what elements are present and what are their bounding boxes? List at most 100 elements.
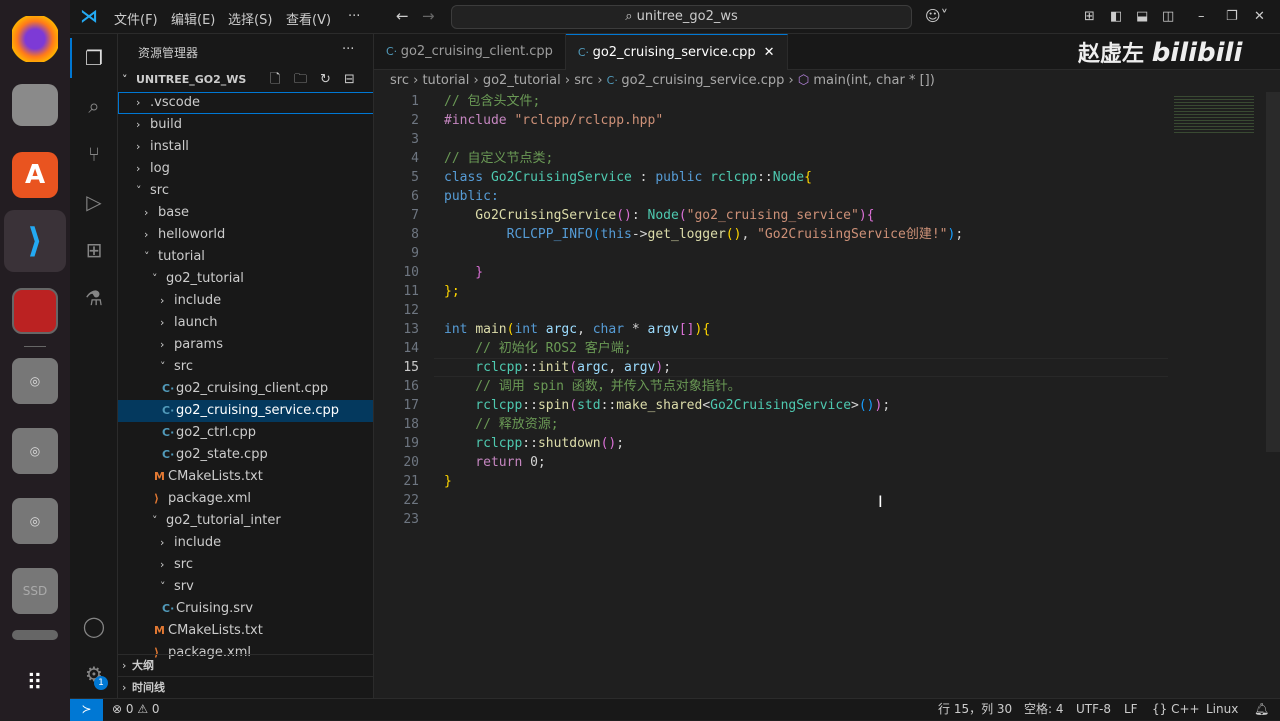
explorer-more-button[interactable]: ···: [342, 42, 354, 57]
tree-folder[interactable]: ˅ tutorial: [118, 246, 373, 268]
manage-gear-icon[interactable]: ⚙ 1: [70, 650, 118, 698]
line-number: 6: [411, 189, 419, 204]
breadcrumb-item[interactable]: go2_cruising_service.cpp: [621, 73, 784, 88]
tree-folder[interactable]: › .vscode: [118, 92, 373, 114]
testing-icon[interactable]: ⚗: [70, 274, 118, 322]
tree-folder[interactable]: ˅ go2_tutorial_inter: [118, 510, 373, 532]
outline-section[interactable]: › 大纲: [118, 654, 373, 676]
tree-folder[interactable]: › build: [118, 114, 373, 136]
problems-indicator[interactable]: ⊗ 0 ⚠ 0: [112, 699, 160, 720]
tree-file[interactable]: C· go2_cruising_service.cpp: [118, 400, 373, 422]
encoding[interactable]: UTF-8: [1076, 699, 1111, 720]
tree-folder[interactable]: › base: [118, 202, 373, 224]
tree-folder[interactable]: › install: [118, 136, 373, 158]
editor-scrollbar[interactable]: [1266, 92, 1280, 452]
menu-edit[interactable]: 编辑(E): [171, 9, 215, 28]
tree-folder[interactable]: › src: [118, 554, 373, 576]
collapse-all-icon[interactable]: ⊟: [344, 69, 355, 91]
forward-arrow-icon[interactable]: →: [422, 7, 435, 25]
refresh-icon[interactable]: ↻: [320, 69, 331, 91]
new-file-icon[interactable]: 🗋: [270, 69, 280, 91]
code-token: int: [444, 322, 476, 337]
toggle-panel-icon[interactable]: ⬓: [1136, 9, 1148, 24]
tree-file[interactable]: C· go2_ctrl.cpp: [118, 422, 373, 444]
trash-icon[interactable]: [12, 630, 58, 640]
tree-file[interactable]: ⟩ package.xml: [118, 488, 373, 510]
minimap[interactable]: [1174, 94, 1254, 134]
code-token: rclcpp: [710, 170, 758, 185]
disk-icon[interactable]: ◎: [12, 358, 58, 404]
tree-folder[interactable]: › helloworld: [118, 224, 373, 246]
tree-folder[interactable]: ˅ src: [118, 356, 373, 378]
app-center-icon[interactable]: A: [12, 152, 58, 198]
tree-file[interactable]: M CMakeLists.txt: [118, 466, 373, 488]
tree-folder[interactable]: ˅ src: [118, 180, 373, 202]
notifications-bell-icon[interactable]: 🔔︎: [1254, 699, 1269, 720]
minimize-icon[interactable]: –: [1198, 9, 1205, 24]
tree-file[interactable]: C· Cruising.srv: [118, 598, 373, 620]
code-line: rclcpp::spin(std::make_shared<Go2Cruisin…: [444, 396, 890, 415]
close-window-icon[interactable]: ✕: [1254, 9, 1265, 24]
remote-indicator-icon[interactable]: ≻: [70, 699, 103, 721]
back-arrow-icon[interactable]: ←: [396, 7, 409, 25]
tree-folder[interactable]: › include: [118, 532, 373, 554]
cursor-position[interactable]: 行 15，列 30: [938, 699, 1012, 720]
tree-folder[interactable]: › include: [118, 290, 373, 312]
tree-file[interactable]: M CMakeLists.txt: [118, 620, 373, 642]
search-icon[interactable]: ⌕: [70, 82, 118, 130]
vscode-dock-icon[interactable]: ⟩: [4, 210, 66, 272]
tree-folder[interactable]: › launch: [118, 312, 373, 334]
tree-folder[interactable]: › params: [118, 334, 373, 356]
breadcrumb-item[interactable]: src: [574, 73, 593, 88]
tab-go2-cruising-client[interactable]: C· go2_cruising_client.cpp: [374, 34, 566, 70]
line-number: 13: [403, 322, 419, 337]
show-apps-icon[interactable]: ⠿: [12, 660, 58, 706]
explorer-icon[interactable]: ❐: [70, 34, 118, 82]
breadcrumb-item[interactable]: go2_tutorial: [483, 73, 561, 88]
accounts-icon[interactable]: ◯: [70, 602, 118, 650]
tree-folder[interactable]: ˅ srv: [118, 576, 373, 598]
disk-icon[interactable]: ◎: [12, 428, 58, 474]
menu-view[interactable]: 查看(V): [286, 9, 331, 28]
code-line: rclcpp::shutdown();: [444, 434, 624, 453]
copilot-icon[interactable]: ☺˅: [925, 7, 948, 25]
new-folder-icon[interactable]: 🗀: [294, 69, 307, 91]
tab-go2-cruising-service[interactable]: C· go2_cruising_service.cpp ✕: [565, 34, 788, 71]
close-tab-icon[interactable]: ✕: [764, 45, 775, 60]
language-mode[interactable]: {} C++: [1152, 699, 1200, 720]
indentation[interactable]: 空格: 4: [1024, 699, 1064, 720]
tree-file[interactable]: C· go2_state.cpp: [118, 444, 373, 466]
command-center-search[interactable]: ⌕ unitree_go2_ws: [451, 5, 912, 29]
firefox-icon[interactable]: [12, 16, 58, 62]
run-debug-icon[interactable]: ▷: [70, 178, 118, 226]
menu-more[interactable]: ···: [348, 9, 360, 24]
end-of-line[interactable]: LF: [1124, 699, 1138, 720]
code-editor[interactable]: 1 // 包含头文件; 2 #include "rclcpp/rclcpp.hpp" 3…: [374, 92, 1280, 698]
extensions-icon[interactable]: ⊞: [70, 226, 118, 274]
menu-file[interactable]: 文件(F): [114, 9, 158, 28]
workspace-root[interactable]: ˅ UNITREE_GO2_WS 🗋 🗀 ↻ ⊟: [118, 69, 373, 91]
tree-file[interactable]: C· go2_cruising_client.cpp: [118, 378, 373, 400]
menu-selection[interactable]: 选择(S): [228, 9, 272, 28]
breadcrumb-item[interactable]: main(int, char * []): [813, 73, 934, 88]
toggle-sidebar-icon[interactable]: ◧: [1110, 9, 1122, 24]
disk-icon[interactable]: ◎: [12, 498, 58, 544]
tree-folder[interactable]: › log: [118, 158, 373, 180]
ssd-drive-icon[interactable]: SSD: [12, 568, 58, 614]
restore-icon[interactable]: ❐: [1226, 9, 1238, 24]
tree-item-label: include: [174, 293, 222, 308]
breadcrumb-item[interactable]: tutorial: [422, 73, 469, 88]
source-control-icon[interactable]: ⑂: [70, 130, 118, 178]
tree-folder[interactable]: ˅ go2_tutorial: [118, 268, 373, 290]
code-token: ;: [616, 436, 625, 451]
code-line: // 释放资源;: [444, 415, 558, 434]
timeline-section[interactable]: › 时间线: [118, 676, 373, 698]
os-indicator[interactable]: Linux: [1206, 699, 1238, 720]
breadcrumb-item[interactable]: src: [390, 73, 409, 88]
line-number: 20: [403, 455, 419, 470]
breadcrumb-separator: ›: [469, 73, 483, 88]
customize-layout-icon[interactable]: ⊞: [1084, 9, 1095, 24]
terminal-icon[interactable]: [12, 288, 58, 334]
toggle-secondary-sidebar-icon[interactable]: ◫: [1162, 9, 1174, 24]
files-icon[interactable]: [12, 84, 58, 126]
